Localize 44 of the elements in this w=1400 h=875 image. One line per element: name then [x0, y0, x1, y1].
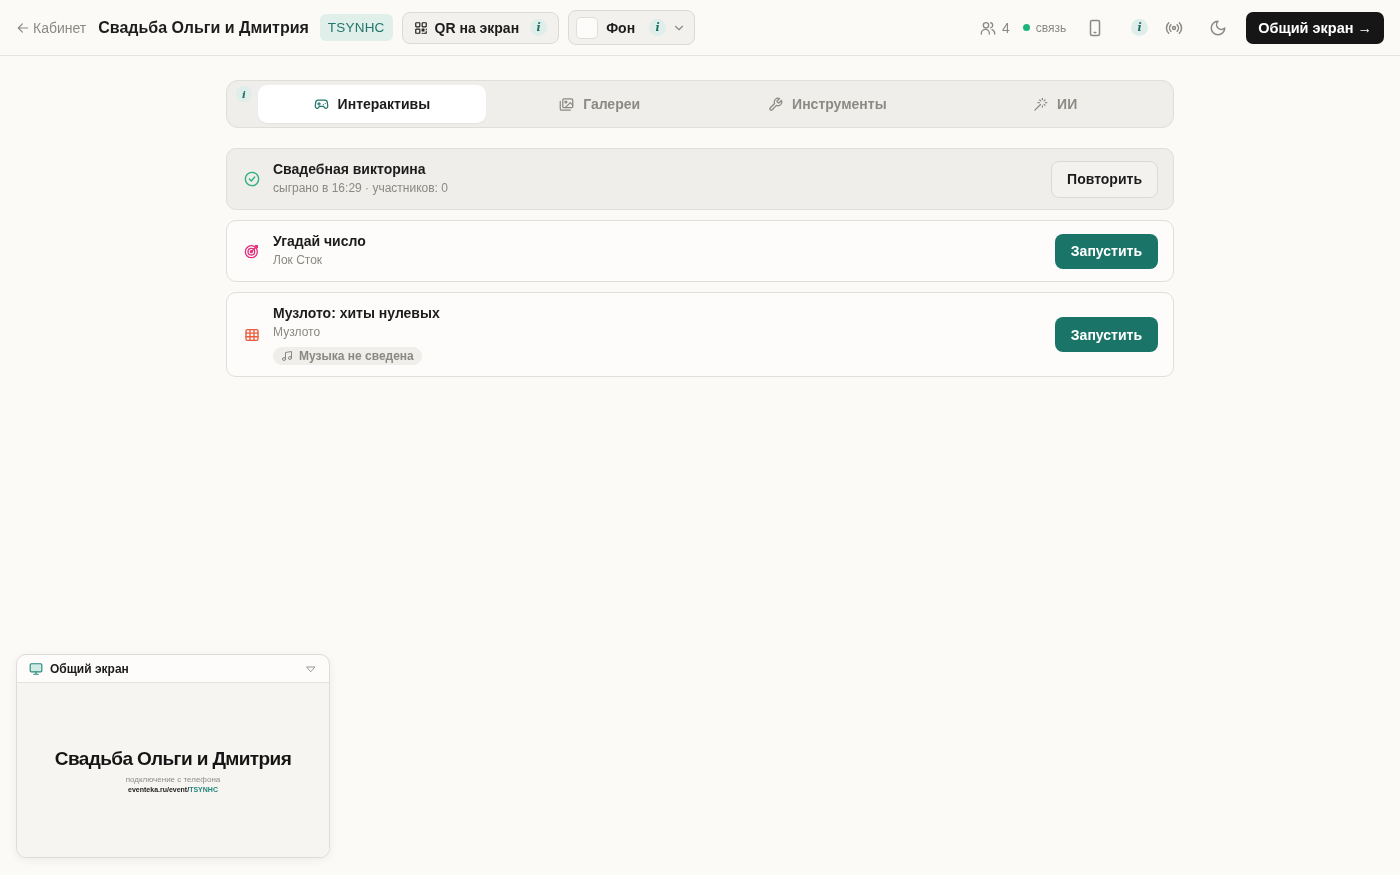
- arrow-left-icon: [16, 20, 30, 35]
- grid-icon: [244, 326, 260, 343]
- tab[interactable]: Галереи: [485, 85, 714, 123]
- screen-hint: подключение с телефона: [125, 774, 221, 784]
- moon-icon: [1209, 18, 1228, 37]
- tab[interactable]: Интерактивы: [258, 85, 486, 123]
- game-title: Музлото: хиты нулевых: [273, 304, 441, 323]
- info-button[interactable]: i: [649, 19, 667, 36]
- panel-title: Общий экран: [50, 661, 129, 676]
- event-title: Свадьба Ольги и Дмитрия: [98, 18, 309, 37]
- info-button[interactable]: i: [530, 19, 548, 36]
- start-button[interactable]: Запустить: [1054, 317, 1158, 352]
- swatch-icon: [576, 16, 599, 39]
- game-subtitle: Музлото: [273, 324, 322, 341]
- tag-label: Музыка не сведена: [299, 349, 414, 363]
- game-subtitle: сыграно в 16:29 · участников: 0: [273, 180, 449, 197]
- connection-status: связь: [1035, 20, 1067, 35]
- game-title: Свадебная викторина: [273, 160, 427, 179]
- shared-screen-button[interactable]: Общий экран →: [1246, 11, 1384, 44]
- tab[interactable]: Инструменты: [713, 85, 942, 123]
- start-button[interactable]: Запустить: [1054, 233, 1158, 269]
- background-select[interactable]: Фон i: [568, 10, 696, 45]
- info-button[interactable]: i: [236, 86, 252, 102]
- info-button[interactable]: i: [1131, 19, 1149, 36]
- game-title: Угадай число: [273, 232, 367, 251]
- images-icon: [559, 96, 575, 112]
- target-icon: [244, 243, 260, 259]
- qr-screen-button[interactable]: QR на экран i: [401, 11, 560, 44]
- tab[interactable]: ИИ: [941, 85, 1169, 123]
- users-icon: [979, 19, 996, 36]
- wrench-icon: [768, 96, 784, 112]
- monitor-icon: [29, 661, 43, 676]
- repeat-button[interactable]: Повторить: [1051, 160, 1158, 198]
- game-subtitle: Лок Сток: [273, 252, 324, 269]
- event-code: TSYNHC: [319, 14, 393, 41]
- screen-title: Свадьба Ольги и Дмитрия: [54, 747, 292, 770]
- music-note-icon: [281, 350, 293, 362]
- participant-count: 4: [1001, 19, 1010, 36]
- qr-code-icon: [413, 20, 428, 35]
- theme-toggle-button[interactable]: [1209, 18, 1228, 37]
- magic-wand-icon: [1033, 96, 1049, 112]
- check-circle-icon: [244, 171, 260, 187]
- gamepad-icon: [313, 96, 329, 112]
- back-link[interactable]: Кабинет: [16, 19, 87, 36]
